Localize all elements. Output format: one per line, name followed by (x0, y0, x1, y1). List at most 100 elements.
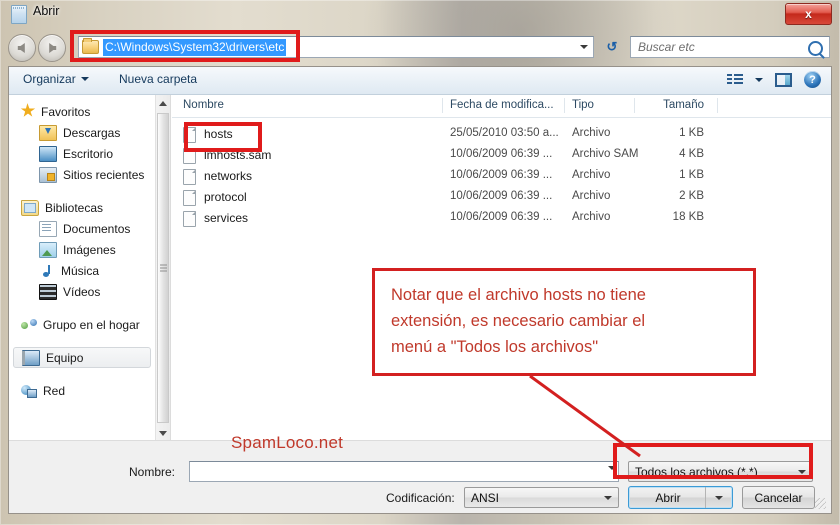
file-type-filter-value: Todos los archivos (*.*) (635, 464, 758, 479)
address-bar[interactable]: C:\Windows\System32\drivers\etc (78, 36, 594, 58)
table-row[interactable]: hosts 25/05/2010 03:50 a... Archivo 1 KB (172, 124, 831, 145)
refresh-icon: ↺ (606, 39, 618, 54)
column-header-nombre[interactable]: Nombre (183, 99, 224, 111)
sidebar-item-equipo[interactable]: Equipo (13, 347, 151, 368)
folder-icon (82, 38, 99, 54)
organizar-button[interactable]: Organizar (23, 72, 89, 86)
file-icon (183, 211, 196, 227)
file-type-filter-dropdown[interactable]: Todos los archivos (*.*) (628, 461, 813, 482)
watermark-text: SpamLoco.net (231, 433, 344, 452)
sidebar-item-label: Red (43, 383, 66, 398)
list-view-icon[interactable] (727, 73, 743, 87)
scroll-up-button[interactable] (156, 95, 170, 111)
sidebar-item-label: Imágenes (63, 242, 116, 257)
sidebar-separator (9, 335, 155, 347)
sidebar-item-documentos[interactable]: Documentos (9, 218, 155, 239)
sidebar-item-red[interactable]: Red (9, 380, 155, 401)
column-divider[interactable] (442, 98, 443, 113)
close-button[interactable]: x (785, 3, 832, 25)
nueva-carpeta-label: Nueva carpeta (119, 72, 198, 86)
column-header-fecha[interactable]: Fecha de modifica... (450, 99, 554, 111)
sidebar-item-escritorio[interactable]: Escritorio (9, 143, 155, 164)
sidebar-item-videos[interactable]: Vídeos (9, 281, 155, 302)
chevron-down-icon (580, 45, 588, 49)
abrir-button[interactable]: Abrir (628, 486, 733, 509)
cancelar-button[interactable]: Cancelar (742, 486, 815, 509)
table-row[interactable]: protocol 10/06/2009 06:39 ... Archivo 2 … (172, 187, 831, 208)
file-size: 2 KB (679, 190, 704, 202)
table-row[interactable]: lmhosts.sam 10/06/2009 06:39 ... Archivo… (172, 145, 831, 166)
file-name-input[interactable] (189, 461, 619, 482)
sidebar-item-grupo-en-el-hogar[interactable]: Grupo en el hogar (9, 314, 155, 335)
scroll-up-arrow-icon (159, 100, 167, 106)
file-name: protocol (204, 190, 247, 204)
scroll-down-button[interactable] (156, 425, 170, 441)
navigation-sidebar[interactable]: Favoritos Descargas Escritorio Sitios re… (9, 95, 155, 441)
encoding-dropdown[interactable]: ANSI (464, 487, 619, 508)
sidebar-scrollbar[interactable] (155, 95, 171, 441)
sidebar-item-label: Descargas (63, 125, 121, 140)
file-open-dialog-screenshot: Abrir x C:\Windows\System32\drivers\etc … (0, 0, 840, 525)
sidebar-separator (9, 185, 155, 197)
navigation-bar: C:\Windows\System32\drivers\etc ↺ Buscar… (0, 28, 840, 66)
column-divider[interactable] (717, 98, 718, 113)
window-title: Abrir (33, 4, 60, 18)
scroll-down-arrow-icon (159, 430, 167, 436)
encoding-value: ANSI (471, 490, 500, 505)
column-divider[interactable] (564, 98, 565, 113)
address-dropdown-button[interactable] (575, 37, 593, 57)
file-type: Archivo (572, 190, 611, 202)
computer-icon (22, 349, 40, 366)
chevron-down-icon (715, 495, 723, 500)
libraries-icon (21, 199, 39, 216)
column-divider[interactable] (634, 98, 635, 113)
table-row[interactable]: services 10/06/2009 06:39 ... Archivo 18… (172, 208, 831, 229)
back-button[interactable] (8, 34, 36, 62)
downloads-icon (39, 124, 57, 141)
scrollbar-thumb[interactable] (157, 113, 169, 423)
nombre-label: Nombre: (129, 465, 176, 479)
abrir-split-button[interactable] (705, 487, 732, 508)
sidebar-item-descargas[interactable]: Descargas (9, 122, 155, 143)
search-input[interactable]: Buscar etc (630, 36, 830, 58)
table-row[interactable]: networks 10/06/2009 06:39 ... Archivo 1 … (172, 166, 831, 187)
annotation-callout-box: Notar que el archivo hosts no tiene exte… (372, 268, 756, 376)
chevron-down-icon[interactable] (755, 77, 763, 82)
chevron-down-icon[interactable] (608, 466, 616, 470)
sidebar-item-favoritos[interactable]: Favoritos (9, 101, 155, 122)
back-arrow-icon (17, 43, 25, 53)
forward-button[interactable] (38, 34, 66, 62)
sidebar-item-musica[interactable]: Música (9, 260, 155, 281)
column-header-tipo[interactable]: Tipo (572, 99, 594, 111)
pictures-icon (39, 241, 57, 258)
resize-grip-icon[interactable] (815, 498, 826, 509)
preview-pane-icon[interactable] (775, 72, 792, 87)
sidebar-item-bibliotecas[interactable]: Bibliotecas (9, 197, 155, 218)
recent-places-icon (39, 166, 57, 183)
chevron-down-icon (798, 470, 806, 474)
file-type: Archivo SAM (572, 148, 639, 160)
sidebar-item-sitios-recientes[interactable]: Sitios recientes (9, 164, 155, 185)
sidebar-item-label: Equipo (46, 350, 84, 365)
help-glyph: ? (809, 73, 816, 86)
sidebar-item-label: Documentos (63, 221, 131, 236)
close-icon: x (805, 7, 812, 21)
homegroup-icon (21, 318, 37, 332)
refresh-button[interactable]: ↺ (600, 36, 624, 58)
file-date: 25/05/2010 03:50 a... (450, 127, 559, 139)
chevron-down-icon (80, 77, 89, 81)
cancelar-label: Cancelar (754, 490, 803, 505)
music-icon (39, 264, 55, 278)
file-icon (183, 127, 196, 143)
sidebar-item-label: Música (61, 263, 100, 278)
sidebar-item-imagenes[interactable]: Imágenes (9, 239, 155, 260)
sidebar-item-label: Grupo en el hogar (43, 317, 140, 332)
file-name: networks (204, 169, 253, 183)
nueva-carpeta-button[interactable]: Nueva carpeta (119, 72, 197, 86)
help-icon[interactable]: ? (804, 71, 821, 88)
desktop-icon (39, 145, 57, 162)
file-date: 10/06/2009 06:39 ... (450, 190, 553, 202)
sidebar-item-label: Escritorio (63, 146, 114, 161)
file-type: Archivo (572, 127, 611, 139)
column-header-tamano[interactable]: Tamaño (642, 99, 704, 111)
